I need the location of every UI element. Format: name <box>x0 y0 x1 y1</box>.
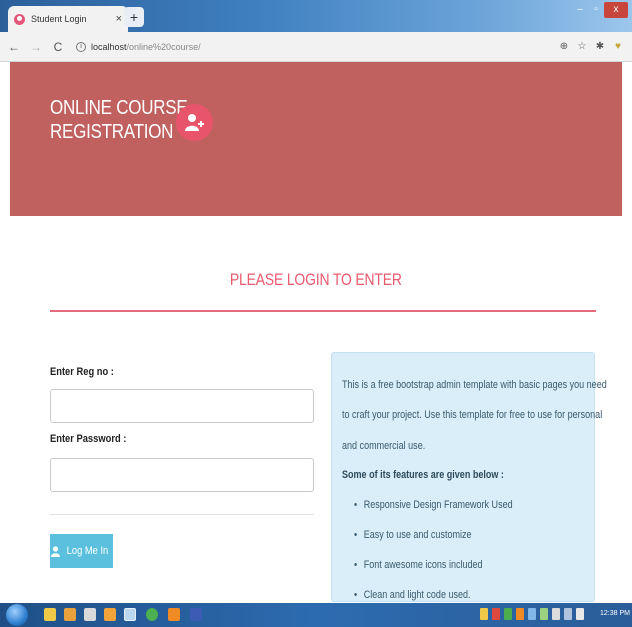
taskbar-clock[interactable]: 12:38 PM <box>600 610 630 617</box>
feature-item: Responsive Design Framework Used <box>354 499 513 511</box>
log-me-in-button[interactable]: Log Me In <box>50 534 113 568</box>
app-icon[interactable] <box>84 608 96 621</box>
feature-item: Clean and light code used. <box>354 589 471 601</box>
log-me-in-label: Log Me In <box>66 545 109 557</box>
url-path: /online%20course/ <box>126 41 201 52</box>
bookmark-star-icon[interactable]: ☆ <box>574 41 590 52</box>
panel-text-line-2: to craft your project. Use this template… <box>342 409 603 421</box>
tray-icon[interactable] <box>540 608 548 620</box>
reg-no-input[interactable] <box>50 389 314 423</box>
reload-icon[interactable]: C <box>50 40 66 54</box>
url-input[interactable]: i localhost/online%20course/ <box>72 36 554 58</box>
start-button-icon[interactable] <box>6 604 28 626</box>
network-icon[interactable] <box>564 608 572 620</box>
address-bar: ← → C i localhost/online%20course/ ⊕ ☆ ✱… <box>0 32 632 62</box>
user-icon <box>51 545 61 557</box>
password-label: Enter Password : <box>50 433 127 445</box>
browser-tab-strip: Student Login × + – ▫ x <box>0 0 632 32</box>
window-close-button[interactable]: x <box>604 2 628 18</box>
tray-icon[interactable] <box>492 608 500 620</box>
info-panel: This is a free bootstrap admin template … <box>331 352 607 602</box>
explorer-icon[interactable] <box>104 608 116 621</box>
browser-tab[interactable]: Student Login × <box>8 6 128 32</box>
extension-icon[interactable]: ♥ <box>610 41 626 52</box>
feature-item: Easy to use and customize <box>354 529 472 541</box>
system-tray <box>480 608 584 622</box>
window-maximize-button[interactable]: ▫ <box>588 2 604 18</box>
site-brand[interactable]: ONLINE COURSE REGISTRATION <box>50 96 188 144</box>
tray-icon[interactable] <box>552 608 560 620</box>
tray-icon[interactable] <box>516 608 524 620</box>
tray-icon[interactable] <box>504 608 512 620</box>
panel-text-line-1: This is a free bootstrap admin template … <box>342 379 607 391</box>
password-input[interactable] <box>50 458 314 492</box>
tray-icon[interactable] <box>528 608 536 620</box>
forward-icon[interactable]: → <box>28 40 44 54</box>
reg-no-label: Enter Reg no : <box>50 366 114 378</box>
xampp-icon[interactable] <box>168 608 180 621</box>
chrome-icon[interactable] <box>146 608 158 621</box>
tab-close-icon[interactable]: × <box>116 13 122 25</box>
facebook-icon[interactable] <box>190 608 202 621</box>
windows-taskbar: 12:38 PM <box>0 603 632 627</box>
user-plus-badge <box>176 104 213 141</box>
back-icon[interactable]: ← <box>6 40 22 54</box>
zoom-icon[interactable]: ⊕ <box>556 41 572 52</box>
feature-item: Font awesome icons included <box>354 559 483 571</box>
pin-icon[interactable]: ✱ <box>592 41 608 52</box>
brand-line-1: ONLINE COURSE <box>50 97 188 119</box>
heading-divider <box>50 310 596 312</box>
header-banner: ONLINE COURSE REGISTRATION <box>10 62 622 216</box>
brand-line-2: REGISTRATION <box>50 121 174 143</box>
window-minimize-button[interactable]: – <box>572 2 588 18</box>
features-heading: Some of its features are given below : <box>342 469 504 481</box>
page-title: PLEASE LOGIN TO ENTER <box>230 270 402 289</box>
panel-text-line-3: and commercial use. <box>342 440 426 452</box>
folder-icon[interactable] <box>44 608 56 621</box>
active-window-icon[interactable] <box>124 608 136 621</box>
new-tab-button[interactable]: + <box>124 7 144 27</box>
tray-icon[interactable] <box>480 608 488 620</box>
form-divider <box>50 514 314 515</box>
user-plus-icon <box>185 114 204 131</box>
tab-title: Student Login <box>31 14 87 24</box>
site-info-icon[interactable]: i <box>76 41 86 52</box>
media-icon[interactable] <box>64 608 76 621</box>
volume-icon[interactable] <box>576 608 584 620</box>
url-host: localhost <box>91 41 127 52</box>
site-favicon-icon <box>14 13 25 25</box>
